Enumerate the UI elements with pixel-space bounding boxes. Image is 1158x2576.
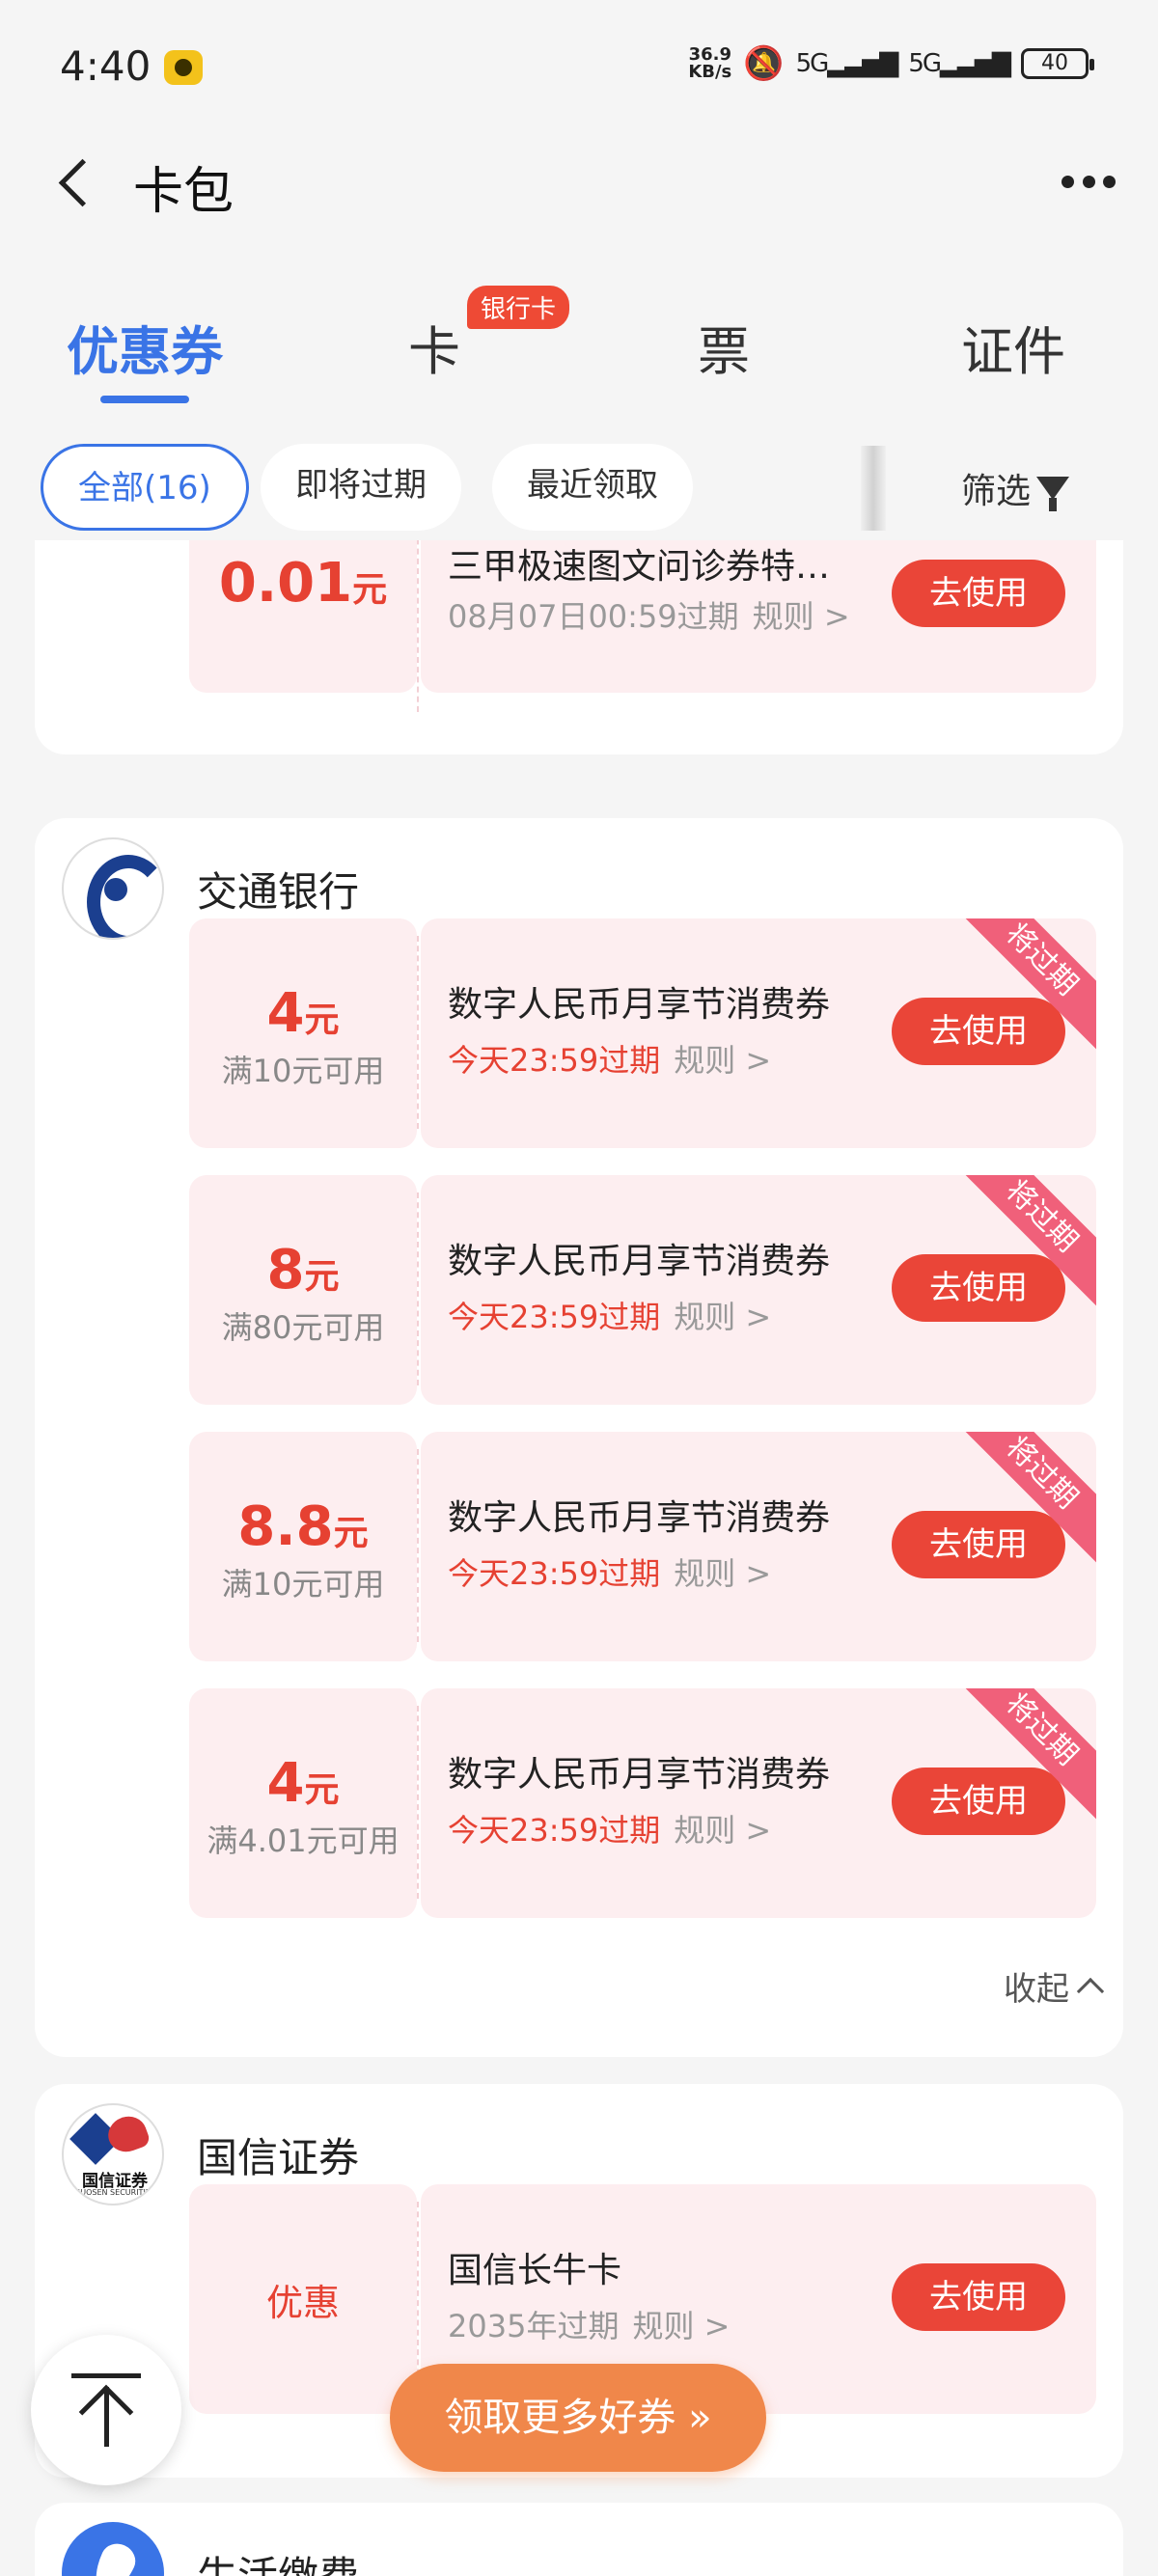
coupon-amount: 4元 (266, 982, 340, 1045)
coupon-expiry: 今天23:59过期 规则 > (448, 1555, 772, 1592)
coupon-expiry: 今天23:59过期 规则 > (448, 1299, 772, 1335)
arrow-up-icon (71, 2373, 141, 2447)
coupon-name: 数字人民币月享节消费券 (448, 1498, 831, 1538)
filter-chip-recent[interactable]: 最近领取 (492, 444, 693, 531)
use-coupon-button[interactable]: 去使用 (892, 1254, 1065, 1322)
battery-icon: 40 (1021, 48, 1094, 79)
coupon-item[interactable]: 4元 满10元可用 数字人民币月享节消费券 今天23:59过期 规则 > 去使用 … (189, 918, 1096, 1148)
rules-link[interactable]: 规则 > (674, 1812, 771, 1849)
coupon-name: 国信长牛卡 (448, 2251, 622, 2290)
merchant-name: 生活缴费 (197, 2552, 360, 2576)
bell-off-icon: 🔕 (743, 44, 785, 83)
coupon-amount-panel: 4元 满10元可用 (189, 918, 419, 1148)
signal-icon-2: 5G▂▃▅▇ (908, 49, 1011, 78)
bank-card-badge: 银行卡 (467, 286, 570, 329)
coupon-group-life: 生活缴费 (35, 2503, 1123, 2576)
merchant-name: 国信证券 (197, 2133, 360, 2181)
filter-chip-expiring[interactable]: 即将过期 (261, 444, 461, 531)
status-icons: 36.9 KB/s 🔕 5G▂▃▅▇ 5G▂▃▅▇ 40 (688, 44, 1094, 83)
coupon-amount: 优惠 (265, 2282, 340, 2324)
coupon-amount: 0.01元 (218, 552, 388, 615)
coupon-detail-panel: 数字人民币月享节消费券 今天23:59过期 规则 > 去使用 将过期 (421, 918, 1096, 1148)
coupon-detail-panel: 数字人民币月享节消费券 今天23:59过期 规则 > 去使用 将过期 (421, 1688, 1096, 1918)
merchant-name: 交通银行 (197, 867, 360, 916)
coupon-name: 数字人民币月享节消费券 (448, 1242, 831, 1281)
status-time: 4:40 (60, 42, 152, 90)
coupon-amount-panel: 8.8元 满10元可用 (189, 1432, 419, 1661)
chevron-up-icon (1076, 1977, 1105, 2005)
coupon-expiry: 今天23:59过期 规则 > (448, 1042, 772, 1079)
coupon-name: 数字人民币月享节消费券 (448, 985, 831, 1025)
coupon-item[interactable]: 8元 满80元可用 数字人民币月享节消费券 今天23:59过期 规则 > 去使用 … (189, 1175, 1096, 1405)
guosen-logo: 国信证券 GUOSEN SECURITIES (62, 2103, 164, 2206)
coupon-item[interactable]: 4元 满4.01元可用 数字人民币月享节消费券 今天23:59过期 规则 > 去使… (189, 1688, 1096, 1918)
signal-icon-1: 5G▂▃▅▇ (795, 49, 899, 78)
coupon-detail-panel: 数字人民币月享节消费券 今天23:59过期 规则 > 去使用 将过期 (421, 1175, 1096, 1405)
rules-link[interactable]: 规则 > (753, 598, 850, 635)
rules-link[interactable]: 规则 > (674, 1042, 771, 1079)
coupon-amount: 8.8元 (237, 1495, 369, 1558)
filter-bar: 全部(16) 即将过期 最近领取 筛选 (0, 444, 1158, 533)
get-more-coupons-button[interactable]: 领取更多好券 » (390, 2364, 766, 2472)
funnel-icon (1036, 477, 1070, 511)
nav-bar: 卡包 (0, 135, 1158, 232)
scroll-to-top-button[interactable] (31, 2335, 181, 2485)
tab-bar: 优惠券 卡 银行卡 票 证件 (0, 286, 1158, 405)
use-coupon-button[interactable]: 去使用 (892, 1768, 1065, 1835)
coupon-condition: 满10元可用 (221, 1566, 385, 1603)
coupon-expiry: 2035年过期 规则 > (448, 2308, 731, 2344)
coupon-detail-panel: 三甲极速图文问诊券特… 08月07日00:59过期 规则 > 去使用 (421, 540, 1096, 693)
coupon-condition: 满80元可用 (221, 1309, 385, 1346)
coupon-condition: 满4.01元可用 (207, 1822, 400, 1859)
rules-link[interactable]: 规则 > (632, 2308, 730, 2344)
back-icon[interactable] (50, 154, 108, 212)
filter-chip-all[interactable]: 全部(16) (41, 444, 249, 531)
tab-coupons[interactable]: 优惠券 (48, 309, 241, 385)
status-bar: 4:40 36.9 KB/s 🔕 5G▂▃▅▇ 5G▂▃▅▇ 40 (0, 0, 1158, 135)
coupon-amount-panel: 8元 满80元可用 (189, 1175, 419, 1405)
merchant-header: 生活缴费 (62, 2522, 359, 2576)
use-coupon-button[interactable]: 去使用 (892, 2263, 1065, 2331)
coupon-name: 数字人民币月享节消费券 (448, 1755, 831, 1795)
network-speed: 36.9 KB/s (688, 44, 732, 82)
coupon-item[interactable]: 0.01元 三甲极速图文问诊券特… 08月07日00:59过期 规则 > 去使用 (189, 540, 1096, 731)
more-options-icon[interactable] (1062, 164, 1116, 199)
coupon-list[interactable]: 0.01元 三甲极速图文问诊券特… 08月07日00:59过期 规则 > 去使用 … (0, 540, 1158, 2576)
collapse-link[interactable]: 收起 (1004, 1962, 1105, 2010)
coupon-group-bocom: 交通银行 4元 满10元可用 数字人民币月享节消费券 今天23:59过期 规则 >… (35, 818, 1123, 2057)
rules-link[interactable]: 规则 > (674, 1299, 771, 1335)
coupon-detail-panel: 数字人民币月享节消费券 今天23:59过期 规则 > 去使用 将过期 (421, 1432, 1096, 1661)
tab-ids[interactable]: 证件 (917, 309, 1110, 385)
bocom-logo (62, 837, 164, 940)
rules-link[interactable]: 规则 > (674, 1555, 771, 1592)
use-coupon-button[interactable]: 去使用 (892, 560, 1065, 627)
use-coupon-button[interactable]: 去使用 (892, 998, 1065, 1065)
coupon-expiry: 今天23:59过期 规则 > (448, 1812, 772, 1849)
filter-divider (861, 446, 886, 531)
coupon-name: 三甲极速图文问诊券特… (448, 547, 831, 587)
use-coupon-button[interactable]: 去使用 (892, 1511, 1065, 1578)
coupon-amount: 8元 (266, 1239, 340, 1302)
life-payment-logo (62, 2522, 164, 2576)
coupon-expiry: 08月07日00:59过期 规则 > (448, 598, 850, 635)
coupon-amount-panel: 0.01元 (189, 540, 419, 712)
filter-button[interactable]: 筛选 (961, 463, 1070, 513)
coupon-item[interactable]: 8.8元 满10元可用 数字人民币月享节消费券 今天23:59过期 规则 > 去使… (189, 1432, 1096, 1661)
coupon-group-partial: 0.01元 三甲极速图文问诊券特… 08月07日00:59过期 规则 > 去使用 (35, 540, 1123, 754)
tab-tickets[interactable]: 票 (627, 309, 820, 385)
coupon-amount-panel: 优惠 (189, 2184, 419, 2414)
chat-notification-icon (164, 50, 203, 85)
coupon-amount-panel: 4元 满4.01元可用 (189, 1688, 419, 1918)
coupon-condition: 满10元可用 (221, 1053, 385, 1089)
page-title: 卡包 (133, 163, 234, 221)
coupon-amount: 4元 (266, 1752, 340, 1815)
tab-indicator (100, 396, 189, 403)
